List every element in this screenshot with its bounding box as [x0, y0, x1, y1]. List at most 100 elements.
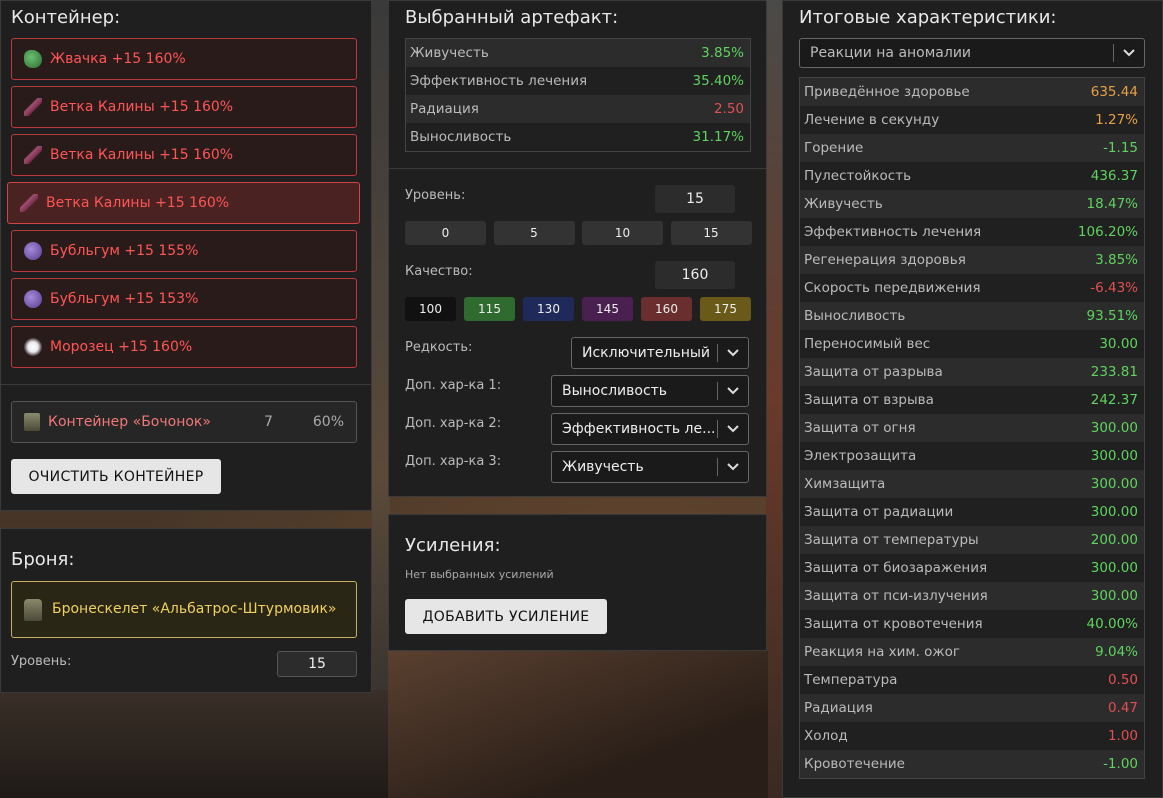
level-label: Уровень: — [405, 188, 466, 203]
stat-row: Переносимый вес 30.00 — [800, 330, 1144, 358]
container-artifact-item[interactable]: Бубльгум +15 155% — [11, 230, 357, 272]
level-preset-button[interactable]: 5 — [493, 221, 575, 245]
stat-name: Защита от огня — [804, 420, 916, 436]
stat-name: Выносливость — [804, 308, 906, 324]
stat-row: Скорость передвижения -6.43% — [800, 274, 1144, 302]
level-preset-button[interactable]: 15 — [670, 221, 752, 245]
stat-value: 233.81 — [1090, 364, 1138, 380]
extra2-label: Доп. хар-ка 2: — [405, 416, 502, 431]
divider — [389, 168, 766, 169]
stat-row: Электрозащита 300.00 — [800, 442, 1144, 470]
stat-name: Реакция на хим. ожог — [804, 644, 960, 660]
barrel-icon — [24, 413, 40, 431]
artifact-title: Выбранный артефакт: — [405, 7, 619, 28]
quality-preset-button[interactable]: 100 — [405, 297, 456, 321]
extra3-select[interactable]: Живучесть — [551, 451, 749, 483]
stat-value: 35.40% — [692, 73, 744, 89]
container-panel: Контейнер: Жвачка +15 160% Ветка Калины +… — [0, 0, 372, 511]
background-floor — [0, 690, 390, 798]
stat-value: 1.00 — [1107, 728, 1138, 744]
container-box[interactable]: Контейнер «Бочонок» 7 60% — [11, 401, 357, 443]
stat-name: Горение — [804, 140, 864, 156]
container-artifact-item[interactable]: Жвачка +15 160% — [11, 38, 357, 80]
stat-name: Пулестойкость — [804, 168, 912, 184]
quality-preset-button[interactable]: 130 — [523, 297, 574, 321]
chevron-down-icon — [718, 425, 748, 433]
stat-value: 3.85% — [1095, 252, 1138, 268]
artifact-stats-table: Живучесть 3.85% Эффективность лечения 35.40… — [405, 38, 751, 152]
stat-row: Пулестойкость 436.37 — [800, 162, 1144, 190]
armor-level-input[interactable]: 15 — [277, 651, 357, 677]
stat-name: Температура — [804, 672, 898, 688]
stat-row: Защита от биозаражения 300.00 — [800, 554, 1144, 582]
stat-value: 93.51% — [1086, 308, 1138, 324]
stat-name: Выносливость — [410, 129, 512, 145]
container-artifact-item[interactable]: Ветка Калины +15 160% — [7, 182, 360, 224]
quality-preset-button[interactable]: 145 — [582, 297, 633, 321]
stat-row: Защита от взрыва 242.37 — [800, 386, 1144, 414]
level-preset-button[interactable]: 0 — [405, 221, 486, 245]
stat-value: 9.04% — [1095, 644, 1138, 660]
quality-preset-button[interactable]: 115 — [464, 297, 515, 321]
stat-value: 300.00 — [1090, 420, 1138, 436]
stat-name: Эффективность лечения — [410, 73, 588, 89]
bubblegum-icon — [24, 242, 42, 260]
quality-preset-button[interactable]: 160 — [641, 297, 692, 321]
stat-name: Химзащита — [804, 476, 886, 492]
stat-row: Защита от кровотечения 40.00% — [800, 610, 1144, 638]
stat-row: Холод 1.00 — [800, 722, 1144, 750]
divider — [1, 384, 371, 385]
totals-stats-table: Приведённое здоровье 635.44 Лечение в секу… — [799, 77, 1145, 779]
rarity-label: Редкость: — [405, 340, 473, 355]
stat-value: 3.85% — [701, 45, 744, 61]
totals-panel: Итоговые характеристики: Реакции на аном… — [782, 0, 1163, 798]
artifact-item-label: Ветка Калины +15 160% — [50, 99, 234, 115]
stat-row: Радиация 2.50 — [406, 95, 750, 123]
rarity-select[interactable]: Исключительный — [571, 337, 749, 369]
stat-name: Холод — [804, 728, 848, 744]
stat-value: 106.20% — [1077, 224, 1138, 240]
stat-name: Лечение в секунду — [804, 112, 940, 128]
boost-empty-text: Нет выбранных усилений — [405, 568, 554, 581]
stat-value: 242.37 — [1090, 392, 1138, 408]
quality-input[interactable]: 160 — [655, 261, 735, 289]
stat-value: 40.00% — [1086, 616, 1138, 632]
container-box-percent: 60% — [312, 414, 344, 430]
stat-row: Живучесть 3.85% — [406, 39, 750, 67]
stat-row: Защита от огня 300.00 — [800, 414, 1144, 442]
stat-value: 0.47 — [1107, 700, 1138, 716]
stat-row: Радиация 0.47 — [800, 694, 1144, 722]
stat-value: 0.50 — [1107, 672, 1138, 688]
extra1-value: Выносливость — [562, 383, 668, 399]
clear-container-button[interactable]: ОЧИСТИТЬ КОНТЕЙНЕР — [11, 459, 221, 494]
extra2-select[interactable]: Эффективность ле... — [551, 413, 749, 445]
container-title: Контейнер: — [11, 7, 121, 28]
quality-preset-button[interactable]: 175 — [700, 297, 751, 321]
level-input[interactable]: 15 — [655, 185, 735, 213]
stat-row: Температура 0.50 — [800, 666, 1144, 694]
container-box-capacity: 7 — [264, 414, 273, 430]
stat-value: 300.00 — [1090, 560, 1138, 576]
stat-row: Живучесть 18.47% — [800, 190, 1144, 218]
add-boost-button[interactable]: ДОБАВИТЬ УСИЛЕНИЕ — [405, 599, 607, 634]
rarity-value: Исключительный — [582, 345, 711, 361]
level-preset-button[interactable]: 10 — [582, 221, 663, 245]
stat-row: Реакция на хим. ожог 9.04% — [800, 638, 1144, 666]
stat-row: Защита от разрыва 233.81 — [800, 358, 1144, 386]
stat-value: -6.43% — [1090, 280, 1138, 296]
stat-value: 635.44 — [1090, 84, 1138, 100]
stat-row: Защита от температуры 200.00 — [800, 526, 1144, 554]
stat-value: 300.00 — [1090, 476, 1138, 492]
totals-filter-select[interactable]: Реакции на аномалии — [799, 38, 1145, 68]
container-artifact-item[interactable]: Бубльгум +15 153% — [11, 278, 357, 320]
container-artifact-item[interactable]: Ветка Калины +15 160% — [11, 134, 357, 176]
container-artifact-item[interactable]: Ветка Калины +15 160% — [11, 86, 357, 128]
stat-value: 300.00 — [1090, 504, 1138, 520]
bubblegum-icon — [24, 290, 42, 308]
container-box-name: Контейнер «Бочонок» — [48, 414, 211, 430]
extra1-label: Доп. хар-ка 1: — [405, 378, 502, 393]
stat-row: Горение -1.15 — [800, 134, 1144, 162]
container-artifact-item[interactable]: Морозец +15 160% — [11, 326, 357, 368]
extra1-select[interactable]: Выносливость — [551, 375, 749, 407]
armor-item[interactable]: Бронескелет «Альбатрос-Штурмовик» — [11, 581, 357, 638]
